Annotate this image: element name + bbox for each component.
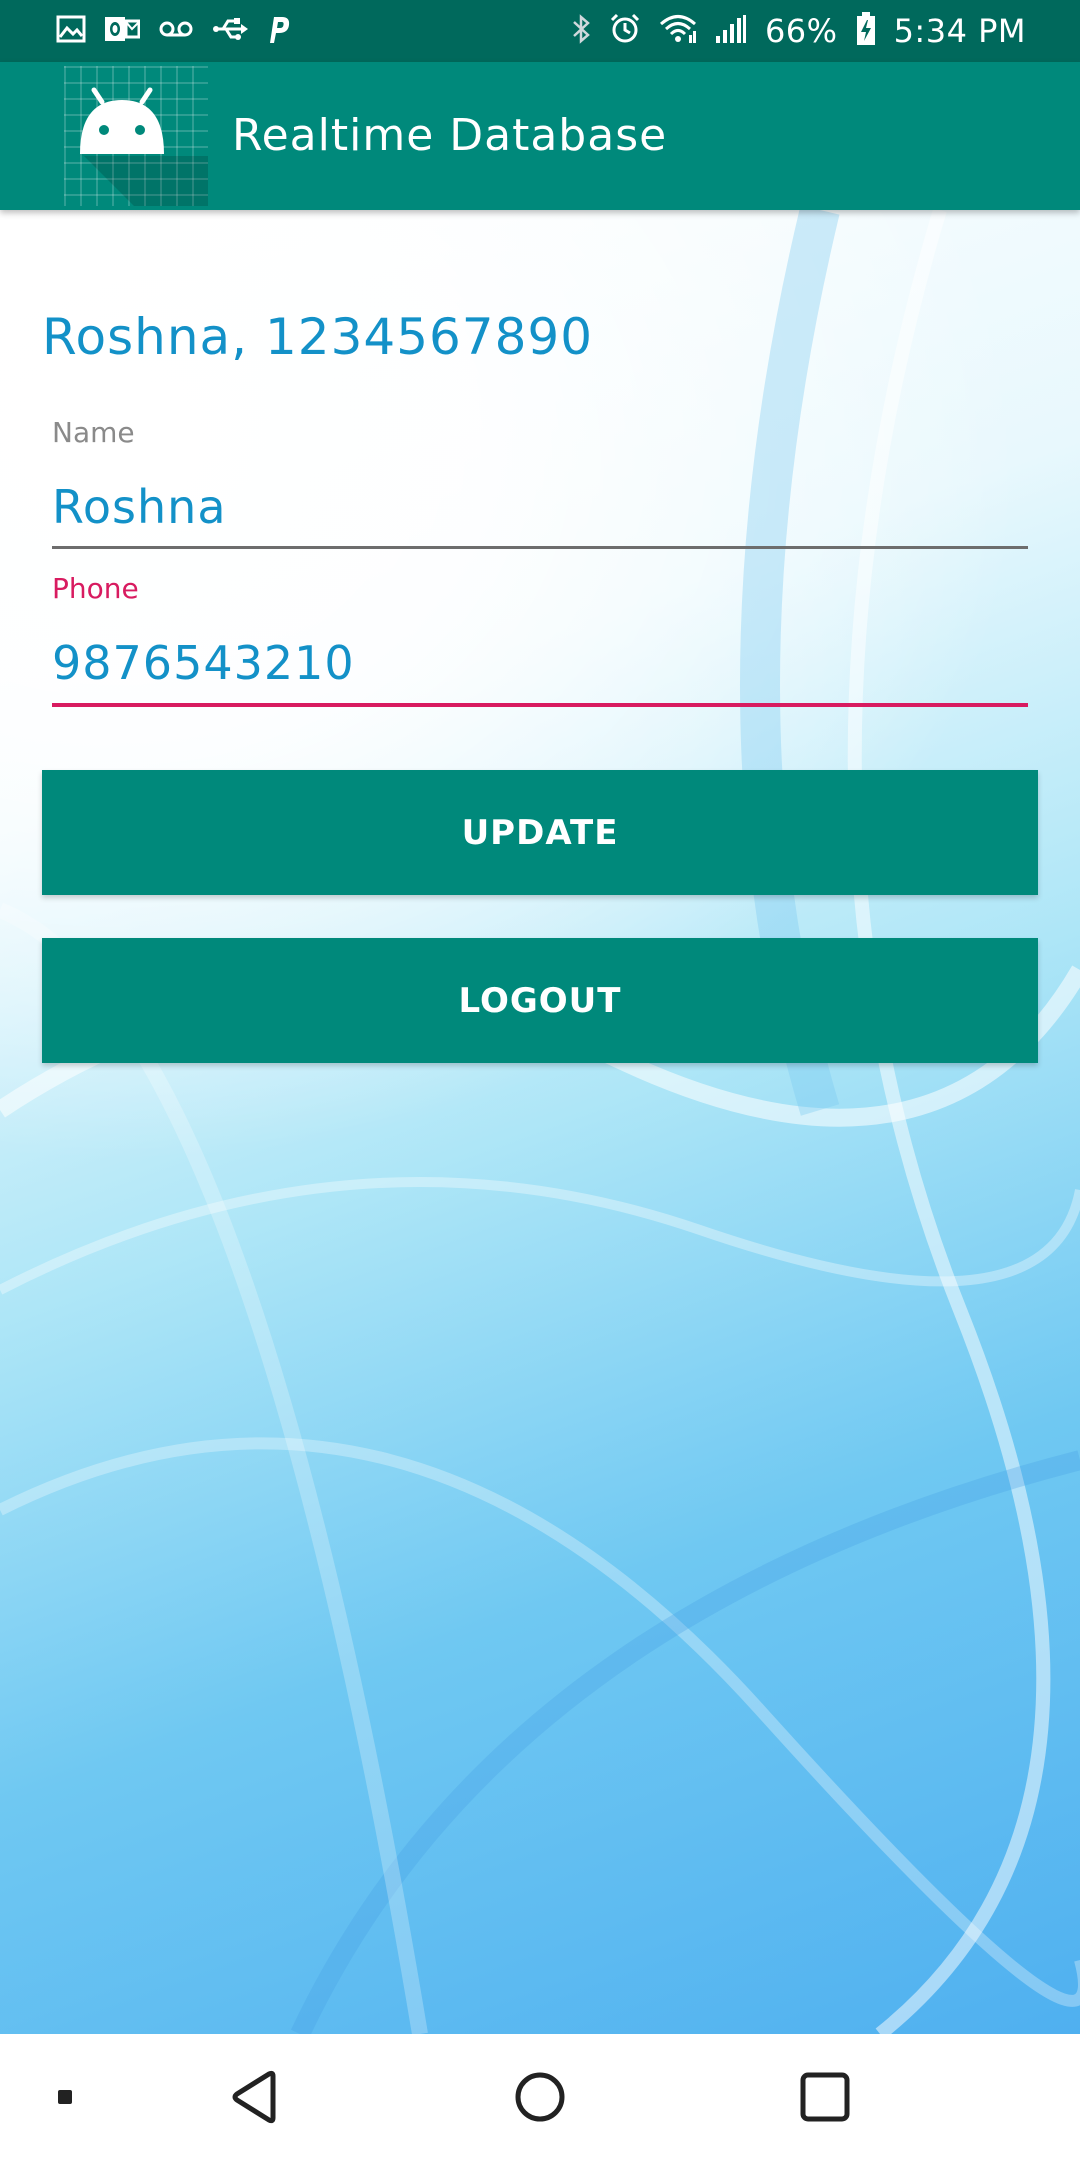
- phone-input[interactable]: 9876543210: [52, 636, 355, 690]
- android-icon: [64, 66, 208, 206]
- signal-icon: [715, 14, 747, 48]
- home-icon[interactable]: [495, 2034, 585, 2160]
- recent-dot-icon[interactable]: [40, 2034, 90, 2160]
- status-right-icons: 66% 5:34 PM: [571, 12, 1026, 50]
- wifi-icon: [659, 13, 697, 49]
- name-underline: [52, 546, 1028, 549]
- battery-percent: 66%: [764, 12, 838, 50]
- status-bar: 66% 5:34 PM: [0, 0, 1080, 62]
- app-bar: Realtime Database: [0, 62, 1080, 210]
- phone-label: Phone: [52, 572, 139, 605]
- status-left-icons: [56, 13, 292, 49]
- alarm-icon: [609, 13, 641, 49]
- overview-icon[interactable]: [780, 2034, 870, 2160]
- logout-button[interactable]: LOGOUT: [42, 938, 1038, 1063]
- clock: 5:34 PM: [893, 12, 1026, 50]
- image-icon: [56, 15, 86, 47]
- p-app-icon: [266, 13, 292, 49]
- user-greeting: Roshna, 1234567890: [42, 308, 594, 366]
- voicemail-icon: [158, 19, 194, 43]
- bluetooth-icon: [571, 13, 591, 49]
- battery-charging-icon: [856, 12, 876, 50]
- back-icon[interactable]: [210, 2034, 300, 2160]
- app-title: Realtime Database: [232, 110, 668, 161]
- name-input[interactable]: Roshna: [52, 480, 227, 534]
- navigation-bar: [0, 2034, 1080, 2160]
- main-content: Roshna, 1234567890 Name Roshna Phone 987…: [0, 210, 1080, 2034]
- name-label: Name: [52, 416, 135, 449]
- outlook-icon: [104, 14, 141, 48]
- update-button[interactable]: UPDATE: [42, 770, 1038, 895]
- phone-underline: [52, 703, 1028, 707]
- usb-icon: [212, 16, 248, 46]
